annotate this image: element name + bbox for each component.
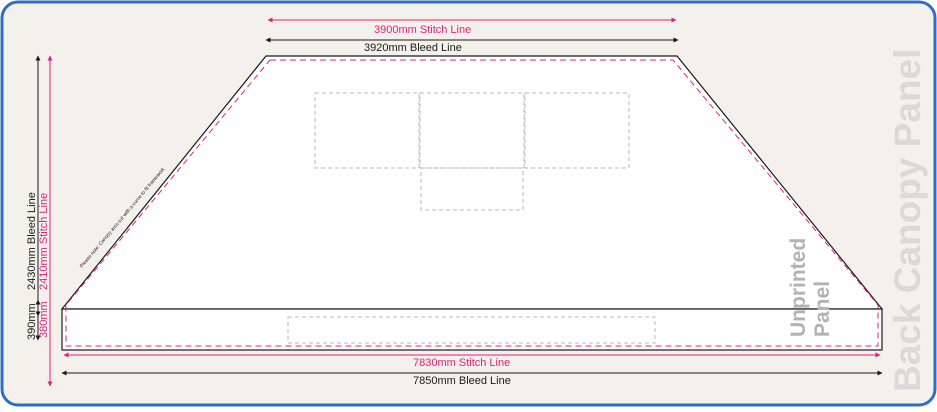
top-bleed-label: 3920mm Bleed Line — [364, 42, 462, 54]
unprinted-label-line2: Panel — [811, 281, 834, 337]
height-stitch-label: 2410mm Stitch Line — [38, 193, 50, 290]
strip-bleed-label: 390mm — [26, 303, 38, 340]
bottom-strip-panel — [61, 308, 883, 351]
unprinted-label-line1: Unprinted — [787, 238, 810, 337]
height-bleed-label: 2430mm Bleed Line — [26, 192, 38, 290]
side-title: Back Canopy Panel — [887, 49, 928, 392]
bottom-bleed-label: 7850mm Bleed Line — [413, 375, 511, 387]
diagram-canvas: 3900mm Stitch Line 3920mm Bleed Line 783… — [0, 0, 937, 407]
top-stitch-label: 3900mm Stitch Line — [374, 24, 471, 36]
strip-stitch-label: 380mm — [38, 301, 50, 338]
canopy-panel-diagram: 3900mm Stitch Line 3920mm Bleed Line 783… — [0, 0, 937, 407]
bottom-stitch-label: 7830mm Stitch Line — [413, 357, 510, 369]
